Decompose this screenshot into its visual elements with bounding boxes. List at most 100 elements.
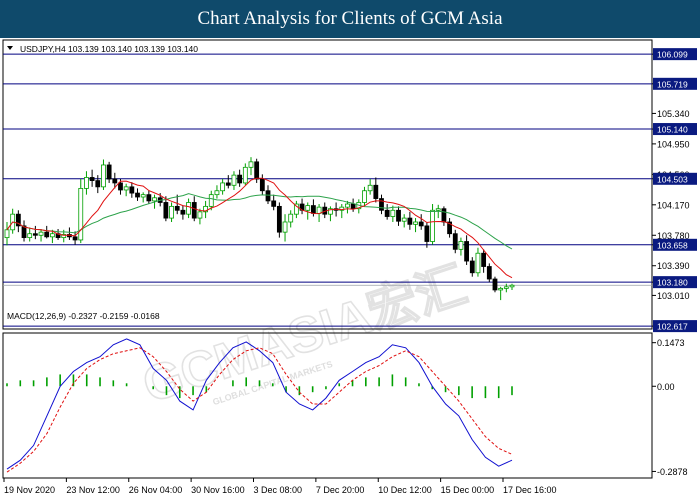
x-tick-label: 10 Dec 12:00 xyxy=(378,485,432,495)
candle-body xyxy=(174,205,180,211)
candle-body xyxy=(475,252,481,274)
candle-body xyxy=(469,260,475,274)
candle-body xyxy=(379,198,384,211)
candle-body xyxy=(373,184,379,199)
x-tick-label: 3 Dec 08:00 xyxy=(254,485,303,495)
level-price-label: 102.617 xyxy=(657,322,688,332)
candle-body xyxy=(458,241,464,250)
candle-body xyxy=(242,166,248,184)
candle-body xyxy=(38,231,44,236)
candle-body xyxy=(481,252,487,267)
candle-body xyxy=(407,217,413,225)
candle-body xyxy=(452,233,458,250)
price-tick-label: 103.390 xyxy=(657,261,690,271)
price-tick-label: 104.950 xyxy=(657,139,690,149)
candle-body xyxy=(135,192,140,198)
candle-body xyxy=(435,208,441,211)
candle-body xyxy=(208,194,214,207)
level-price-label: 105.719 xyxy=(657,79,688,89)
candle-body xyxy=(152,197,157,202)
candle-body xyxy=(112,178,118,184)
candle-body xyxy=(106,164,112,180)
x-tick-label: 19 Nov 2020 xyxy=(4,485,55,495)
candle-body xyxy=(118,182,123,191)
candle-body xyxy=(95,180,101,188)
candle-body xyxy=(282,221,288,233)
x-tick-label: 30 Nov 16:00 xyxy=(191,485,245,495)
candle-body xyxy=(413,221,418,225)
candle-body xyxy=(84,177,89,189)
candle-body xyxy=(486,266,492,280)
candle-body xyxy=(89,177,95,181)
symbol-header: USDJPY,H4 103.139 103.140 103.139 103.14… xyxy=(20,44,198,54)
macd-tick-label: 0.00 xyxy=(657,382,675,392)
level-price-label: 103.658 xyxy=(657,240,688,250)
candle-body xyxy=(362,190,367,203)
price-tick-label: 103.010 xyxy=(657,291,690,301)
candle-body xyxy=(350,203,356,210)
candle-body xyxy=(276,205,282,233)
candle-body xyxy=(49,233,55,238)
candle-body xyxy=(305,205,311,211)
candle-body xyxy=(214,190,220,196)
candle-body xyxy=(32,233,38,236)
candle-body xyxy=(140,194,146,198)
candle-body xyxy=(424,225,430,242)
candle-body xyxy=(265,190,271,202)
candle-body xyxy=(146,194,152,202)
candle-body xyxy=(248,161,254,168)
level-price-label: 104.503 xyxy=(657,174,688,184)
candle-body xyxy=(367,184,373,192)
candle-body xyxy=(390,209,396,217)
candle-body xyxy=(72,236,78,241)
level-price-label: 106.099 xyxy=(657,50,688,60)
candle-body xyxy=(129,186,135,194)
level-price-label: 105.140 xyxy=(657,125,688,135)
candle-body xyxy=(498,287,504,291)
candle-body xyxy=(345,203,350,208)
candle-body xyxy=(271,200,277,207)
chart-area: GCMASIA宏汇 GLOBAL CAPITAL MARKETS 106.099… xyxy=(0,38,700,500)
candle-body xyxy=(237,174,243,184)
candle-body xyxy=(197,211,203,219)
candle-body xyxy=(396,209,401,222)
candle-body xyxy=(225,182,231,186)
candle-body xyxy=(254,161,260,180)
candle-body xyxy=(123,186,129,191)
macd-tick-label: -0.2878 xyxy=(657,467,688,477)
candle-body xyxy=(464,241,470,262)
banner-title: Chart Analysis for Clients of GCM Asia xyxy=(0,0,700,38)
level-price-label: 103.180 xyxy=(657,278,688,288)
candle-body xyxy=(220,182,226,192)
candle-body xyxy=(441,208,447,223)
x-tick-label: 7 Dec 20:00 xyxy=(316,485,365,495)
candle-body xyxy=(101,164,106,188)
x-tick-label: 17 Dec 16:00 xyxy=(503,485,557,495)
candle-body xyxy=(186,202,191,215)
candle-body xyxy=(231,174,237,186)
candle-body xyxy=(259,178,265,192)
candle-body xyxy=(316,206,322,214)
candle-body xyxy=(169,205,174,219)
x-tick-label: 23 Nov 12:00 xyxy=(66,485,120,495)
price-tick-label: 104.170 xyxy=(657,200,690,210)
candle-body xyxy=(509,284,515,288)
chart-background xyxy=(0,38,700,500)
macd-tick-label: 0.1473 xyxy=(657,338,685,348)
candle-body xyxy=(163,202,169,219)
chart-svg: GCMASIA宏汇 GLOBAL CAPITAL MARKETS 106.099… xyxy=(0,38,700,500)
x-tick-label: 15 Dec 00:00 xyxy=(441,485,495,495)
candle-body xyxy=(492,278,498,291)
candle-body xyxy=(401,217,407,222)
x-tick-label: 26 Nov 04:00 xyxy=(129,485,183,495)
candle-body xyxy=(180,209,186,215)
candle-body xyxy=(78,188,84,241)
candle-body xyxy=(384,209,390,217)
candle-body xyxy=(418,221,424,227)
price-tick-label: 105.340 xyxy=(657,109,690,119)
candle-body xyxy=(430,209,435,242)
macd-header: MACD(12,26,9) -0.2327 -0.2159 -0.0168 xyxy=(7,311,160,321)
candle-body xyxy=(4,229,10,239)
candle-body xyxy=(503,286,509,289)
candle-body xyxy=(288,213,294,223)
